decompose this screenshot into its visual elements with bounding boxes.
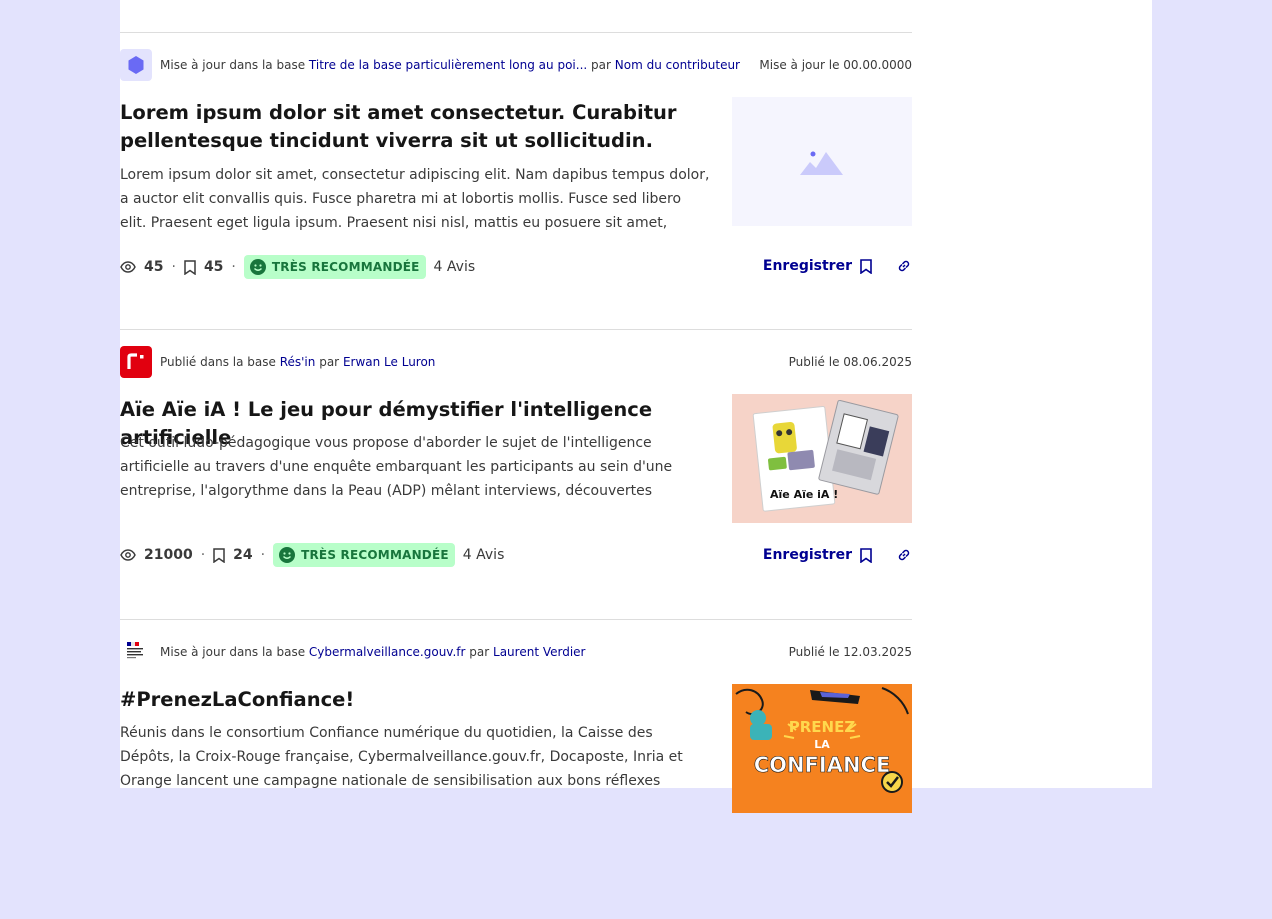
resource-title[interactable]: Lorem ipsum dolor sit amet consectetur. … [120, 99, 720, 155]
hexagon-icon [128, 56, 144, 74]
resource-card: Mise à jour dans la base Cybermalveillan… [120, 619, 912, 919]
resource-meta: Mise à jour dans la base Cybermalveillan… [120, 636, 912, 668]
recommendation-badge: TRÈS RECOMMANDÉE [273, 543, 455, 567]
views-count: 21000 [144, 547, 193, 563]
thumb-text-line-2: LA [814, 738, 830, 751]
meta-by: par [469, 645, 490, 659]
bookmark-icon [860, 547, 872, 563]
resource-excerpt: Cet outil ludo-pédagogique vous propose … [120, 435, 673, 499]
save-label: Enregistrer [762, 258, 852, 274]
published-date: Publié le 12.03.2025 [788, 645, 912, 659]
meta-prefix: Mise à jour dans la base [160, 645, 306, 659]
recommendation-badge: TRÈS RECOMMANDÉE [243, 255, 426, 279]
contributor-link[interactable]: Erwan Le Luron [343, 355, 435, 369]
resource-meta: Publié dans la base Rés'in par Erwan Le … [120, 346, 912, 378]
badge-label: TRÈS RECOMMANDÉE [271, 260, 420, 274]
base-link[interactable]: Cybermalveillance.gouv.fr [309, 645, 466, 659]
resource-actions: Enregistrer [763, 539, 912, 571]
base-link[interactable]: Titre de la base particulièrement long a… [309, 58, 587, 72]
image-placeholder-icon [800, 151, 843, 175]
prenez-la-confiance-illustration: PRENEZ LA CONFIANCE [735, 687, 909, 793]
reviews-count[interactable]: 4 Avis [434, 259, 476, 275]
resource-title[interactable]: #PrenezLaConfiance! [120, 686, 720, 714]
copy-link-button[interactable] [896, 547, 912, 563]
link-icon [898, 260, 910, 272]
meta-by: par [591, 58, 611, 72]
bookmark-icon [213, 547, 225, 563]
bookmark-icon [184, 259, 196, 275]
resource-thumbnail[interactable] [732, 97, 912, 226]
game-box-illustration: Aïe Aïe iA ! [752, 399, 899, 512]
badge-label: TRÈS RECOMMANDÉE [301, 548, 449, 562]
meta-line: Mise à jour dans la base Titre de la bas… [160, 58, 740, 72]
bookmark-icon [860, 258, 872, 274]
contributor-link[interactable]: Nom du contributeur [615, 58, 740, 72]
resource-card: Publié dans la base Rés'in par Erwan Le … [120, 329, 912, 619]
resource-thumbnail[interactable]: PRENEZ LA CONFIANCE [732, 684, 912, 813]
base-logo[interactable] [120, 49, 152, 81]
saves-count: 45 [203, 259, 224, 275]
meta-line: Publié dans la base Rés'in par Erwan Le … [160, 355, 435, 369]
save-button[interactable]: Enregistrer [763, 258, 872, 274]
base-logo[interactable] [120, 346, 152, 378]
base-logo[interactable] [120, 636, 152, 668]
saves-count: 24 [233, 547, 253, 563]
eye-icon [120, 549, 136, 561]
updated-date: Mise à jour le 00.00.0000 [759, 58, 912, 72]
base-link[interactable]: Rés'in [280, 355, 316, 369]
eye-icon [120, 261, 136, 273]
thumb-title: Aïe Aïe iA ! [770, 488, 838, 501]
meta-prefix: Mise à jour dans la base [160, 58, 306, 72]
published-date: Publié le 08.06.2025 [788, 355, 912, 369]
smile-icon [279, 547, 296, 563]
contributor-link[interactable]: Laurent Verdier [493, 645, 585, 659]
resource-excerpt: Lorem ipsum dolor sit amet, consectetur … [120, 167, 710, 231]
resource-stats: 45 · 45 · TRÈS RECOMMANDÉE 4 Avis [120, 255, 475, 279]
resin-logo-icon [127, 353, 144, 369]
link-icon [898, 549, 910, 561]
resource-excerpt: Réunis dans le consortium Confiance numé… [120, 725, 683, 789]
copy-link-button[interactable] [896, 258, 912, 274]
resource-meta: Mise à jour dans la base Titre de la bas… [120, 49, 912, 81]
save-label: Enregistrer [762, 547, 852, 563]
republique-francaise-logo-icon [127, 642, 143, 659]
resource-list: Mise à jour dans la base Titre de la bas… [120, 32, 912, 919]
meta-by: par [319, 355, 340, 369]
thumb-text-line-1: PRENEZ [789, 718, 856, 736]
resource-card: Mise à jour dans la base Titre de la bas… [120, 32, 912, 329]
resource-thumbnail[interactable]: Aïe Aïe iA ! [732, 394, 912, 523]
meta-prefix: Publié dans la base [160, 355, 276, 369]
reviews-count[interactable]: 4 Avis [463, 547, 505, 563]
thumb-text-line-3: CONFIANCE [754, 753, 891, 777]
save-button[interactable]: Enregistrer [763, 547, 872, 563]
smile-icon [249, 259, 266, 275]
resource-stats: 21000 · 24 · TRÈS RECOMMANDÉE 4 Avis [120, 543, 504, 567]
resource-actions: Enregistrer [763, 250, 912, 282]
meta-line: Mise à jour dans la base Cybermalveillan… [160, 645, 586, 659]
views-count: 45 [144, 259, 164, 275]
